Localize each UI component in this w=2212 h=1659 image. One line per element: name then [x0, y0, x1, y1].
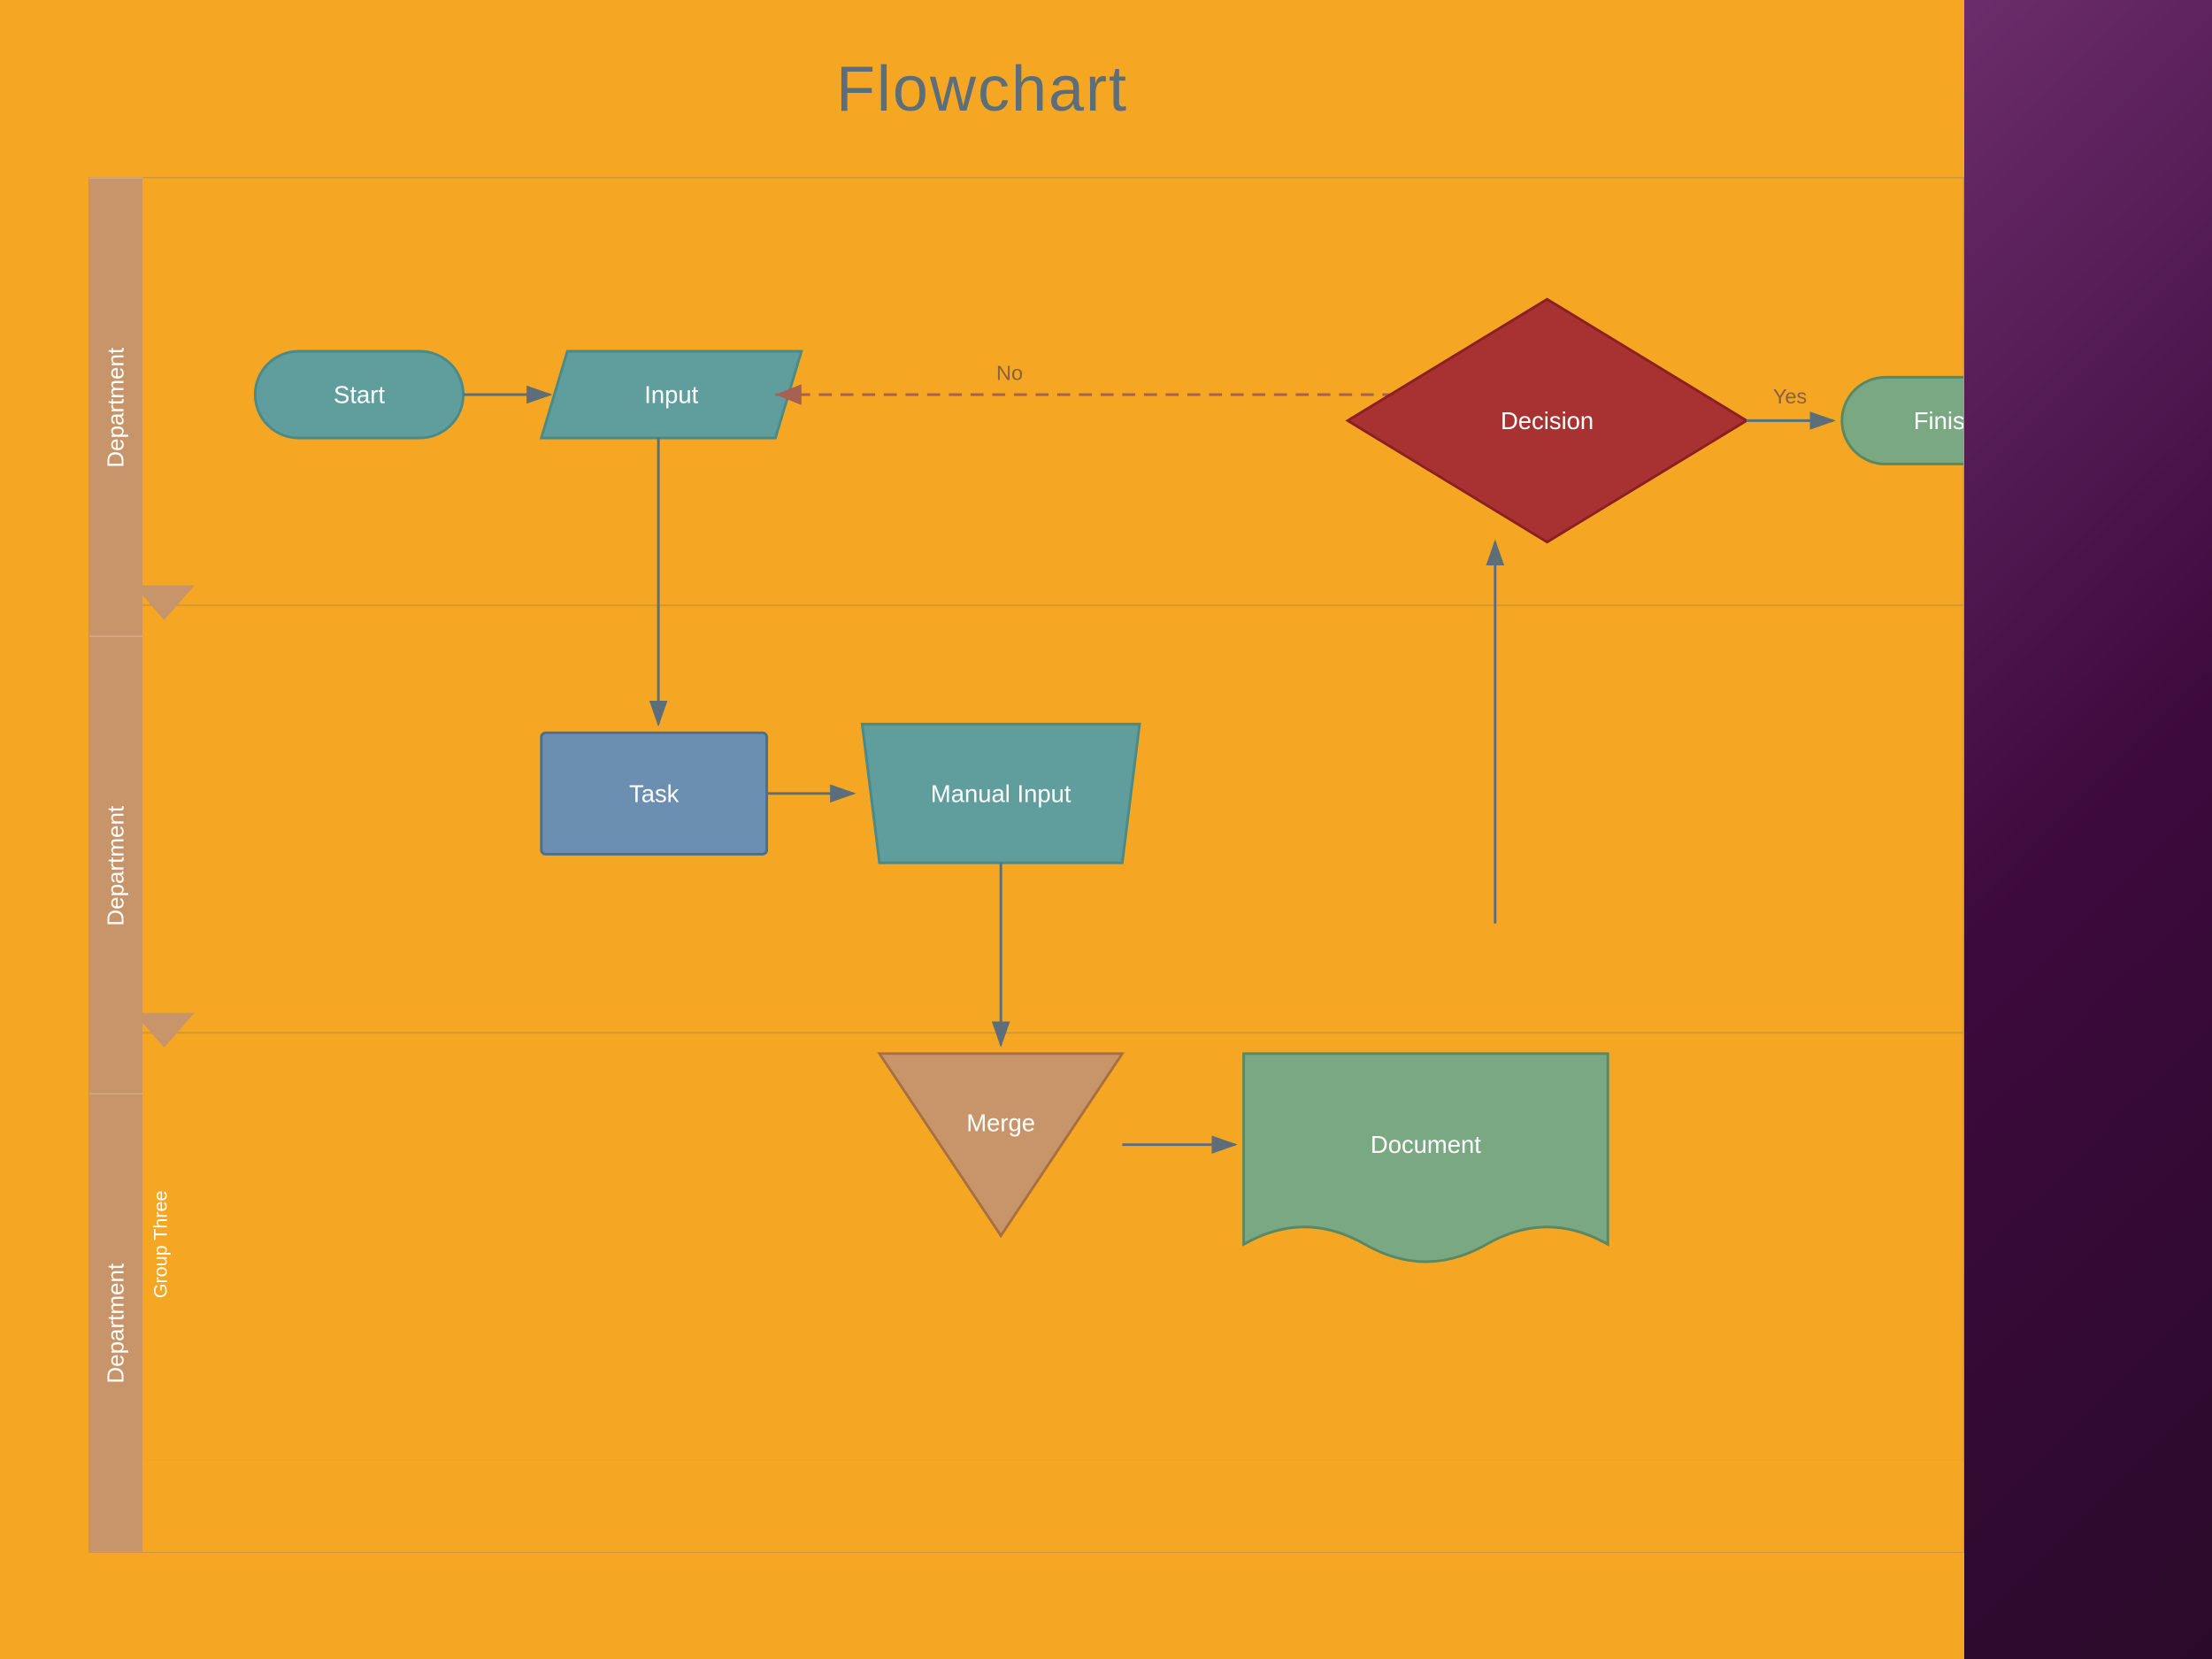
flowchart-svg: Group Three Start Input No Decision Yes …	[142, 178, 1963, 1461]
lane-label-2: Department	[89, 636, 142, 1094]
lane-labels: Department Department Department	[89, 178, 142, 1552]
merge-label: Merge	[966, 1110, 1035, 1137]
lane-arrow-1	[142, 586, 195, 620]
document-label: Document	[1371, 1131, 1481, 1158]
input-label: Input	[644, 380, 698, 408]
no-label: No	[996, 361, 1023, 384]
merge-shape	[879, 1054, 1122, 1236]
start-label: Start	[334, 380, 385, 408]
group-three-label: Group Three	[149, 1190, 171, 1298]
lane-label-1: Department	[89, 178, 142, 636]
task-label: Task	[629, 780, 680, 807]
finish-label: Finish	[1914, 407, 1963, 434]
manual-input-label: Manual Input	[931, 780, 1071, 807]
swimlane-container: Department Department Department Group T…	[88, 177, 1964, 1553]
lane-arrow-2	[142, 1013, 195, 1048]
decision-label: Decision	[1501, 407, 1594, 434]
page-title: Flowchart	[0, 53, 1964, 126]
yes-label: Yes	[1773, 385, 1807, 408]
right-panel	[1964, 0, 2212, 1659]
lane-label-3: Department	[89, 1094, 142, 1552]
